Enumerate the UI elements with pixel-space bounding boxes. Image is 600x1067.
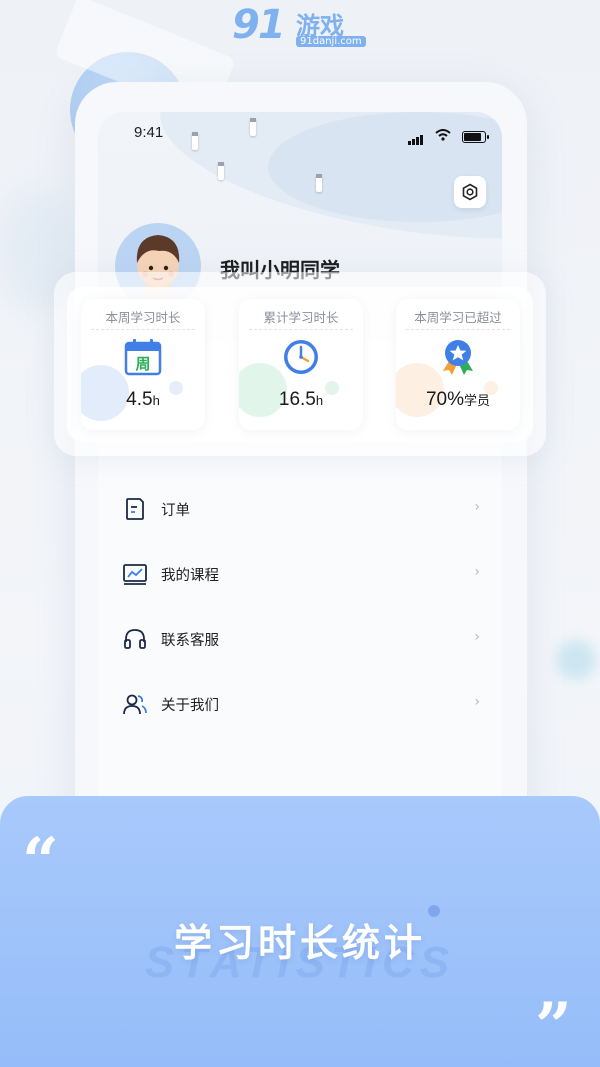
stat-title: 累计学习时长 [263, 310, 339, 325]
decor-post [316, 174, 322, 192]
status-time: 9:41 [134, 124, 164, 141]
headset-icon [124, 629, 146, 649]
menu-label: 订单 [161, 503, 190, 519]
stat-value: 16.5h [278, 389, 324, 410]
stat-title: 本周学习时长 [105, 310, 181, 325]
gear-icon [462, 183, 478, 201]
people-icon [123, 694, 147, 715]
order-doc-icon [126, 498, 144, 520]
medal-star-icon [443, 340, 473, 375]
battery-icon [462, 130, 489, 143]
clock-icon [284, 340, 318, 374]
chevron-right-icon: › [474, 564, 480, 580]
menu-item-my-courses[interactable]: 我的课程 › [122, 555, 480, 591]
settings-button[interactable] [454, 176, 486, 208]
stat-title: 本周学习已超过 [414, 310, 502, 325]
watermark-logo: 91 游戏 91danji.com [232, 2, 372, 54]
stat-card-weekly-time: 本周学习时长 周 4.5h [81, 299, 205, 430]
calendar-week-icon: 周 [124, 339, 162, 376]
chevron-right-icon: › [474, 694, 480, 710]
signal-icon [407, 126, 429, 145]
stat-card-total-time: 累计学习时长 16.5h [239, 299, 363, 430]
decorative-dot [556, 640, 596, 680]
calendar-glyph: 周 [135, 355, 150, 373]
menu-label: 我的课程 [161, 568, 219, 584]
menu-item-contact-support[interactable]: 联系客服 › [122, 620, 480, 656]
wifi-icon [435, 129, 451, 145]
menu-label: 联系客服 [161, 633, 219, 649]
status-icons [407, 126, 489, 145]
stat-value: 70%学员 [425, 389, 491, 410]
open-quote-icon: “ [22, 824, 59, 899]
phone-screen: 9:41 我叫小明同学 [98, 112, 502, 832]
chevron-right-icon: › [474, 499, 480, 515]
menu-item-about-us[interactable]: 关于我们 › [122, 685, 480, 721]
close-quote-icon: ” [535, 989, 572, 1064]
course-chart-icon [123, 564, 147, 585]
stat-value: 4.5h [126, 389, 160, 410]
chevron-right-icon: › [474, 629, 480, 645]
decor-post [218, 162, 224, 180]
decor-post [192, 132, 198, 150]
banner-title: 学习时长统计 [173, 921, 426, 965]
watermark-brand: 91 [232, 2, 286, 48]
stat-card-rank: 本周学习已超过 70%学员 [396, 299, 520, 430]
menu-label: 关于我们 [161, 698, 219, 714]
watermark-url: 91danji.com [296, 36, 366, 47]
decor-post [250, 118, 256, 136]
menu-item-orders[interactable]: 订单 › [122, 490, 480, 526]
